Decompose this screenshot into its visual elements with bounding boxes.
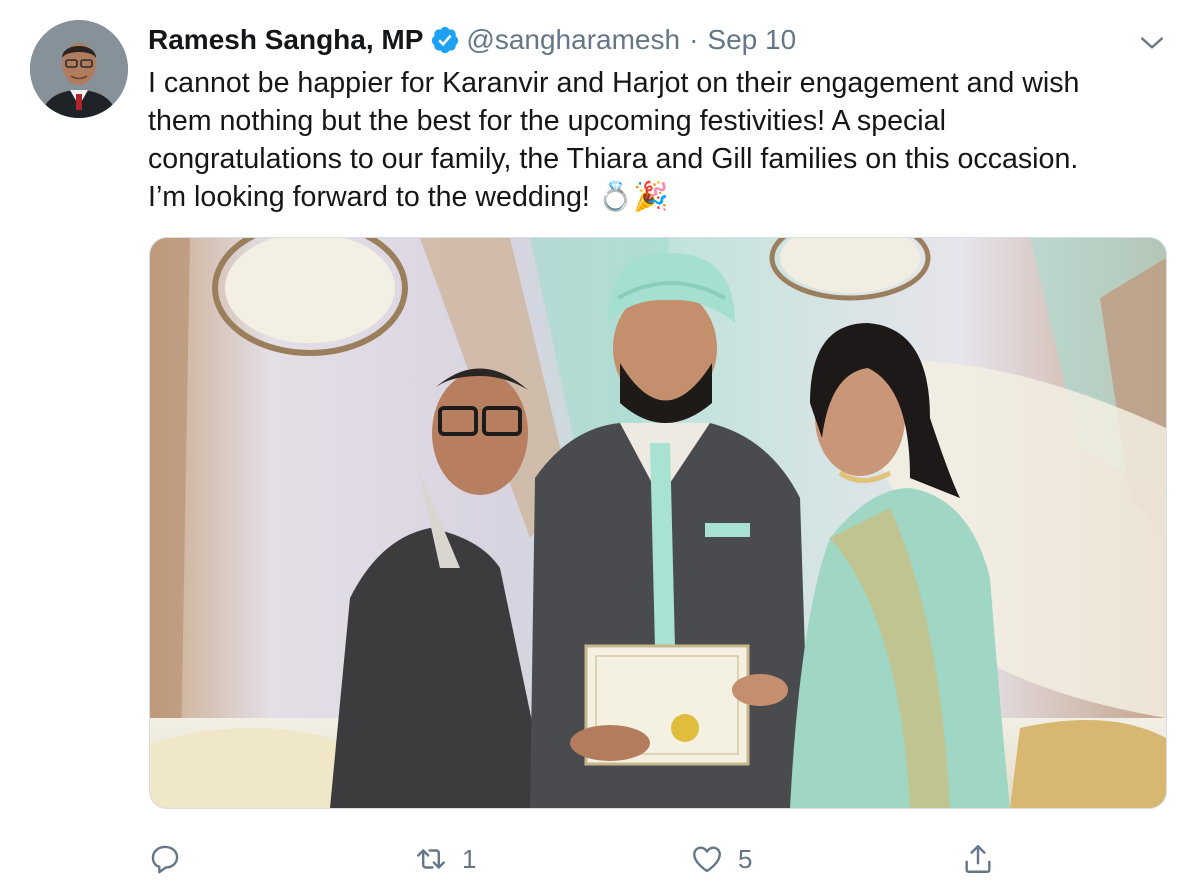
chevron-down-icon[interactable]	[1139, 30, 1165, 56]
reply-icon	[151, 845, 179, 874]
author-name[interactable]: Ramesh Sangha, MP	[148, 24, 423, 56]
tweet-header: Ramesh Sangha, MP @sangharamesh · Sep 10	[148, 22, 796, 58]
retweet-icon	[417, 849, 445, 869]
verified-badge-icon	[432, 26, 459, 54]
reply-button[interactable]	[148, 836, 196, 882]
like-count: 5	[738, 843, 753, 874]
retweet-count: 1	[462, 843, 477, 874]
retweet-button[interactable]: 1	[414, 836, 476, 882]
like-button[interactable]: 5	[690, 836, 752, 882]
engagement-photo	[150, 238, 1166, 808]
heart-icon	[693, 846, 721, 873]
tweet-actions: 1 5	[0, 836, 1192, 884]
avatar-portrait	[30, 20, 128, 118]
share-button[interactable]	[961, 836, 995, 882]
tweet-text: I cannot be happier for Karanvir and Har…	[148, 67, 1080, 213]
author-avatar[interactable]	[30, 20, 128, 118]
tweet-date[interactable]: Sep 10	[707, 24, 796, 56]
author-handle[interactable]: @sangharamesh	[466, 24, 680, 56]
separator-dot: ·	[689, 24, 699, 55]
tweet-photo[interactable]	[149, 237, 1167, 809]
share-icon	[965, 845, 991, 873]
tweet-card[interactable]: Ramesh Sangha, MP @sangharamesh · Sep 10…	[0, 0, 1192, 892]
